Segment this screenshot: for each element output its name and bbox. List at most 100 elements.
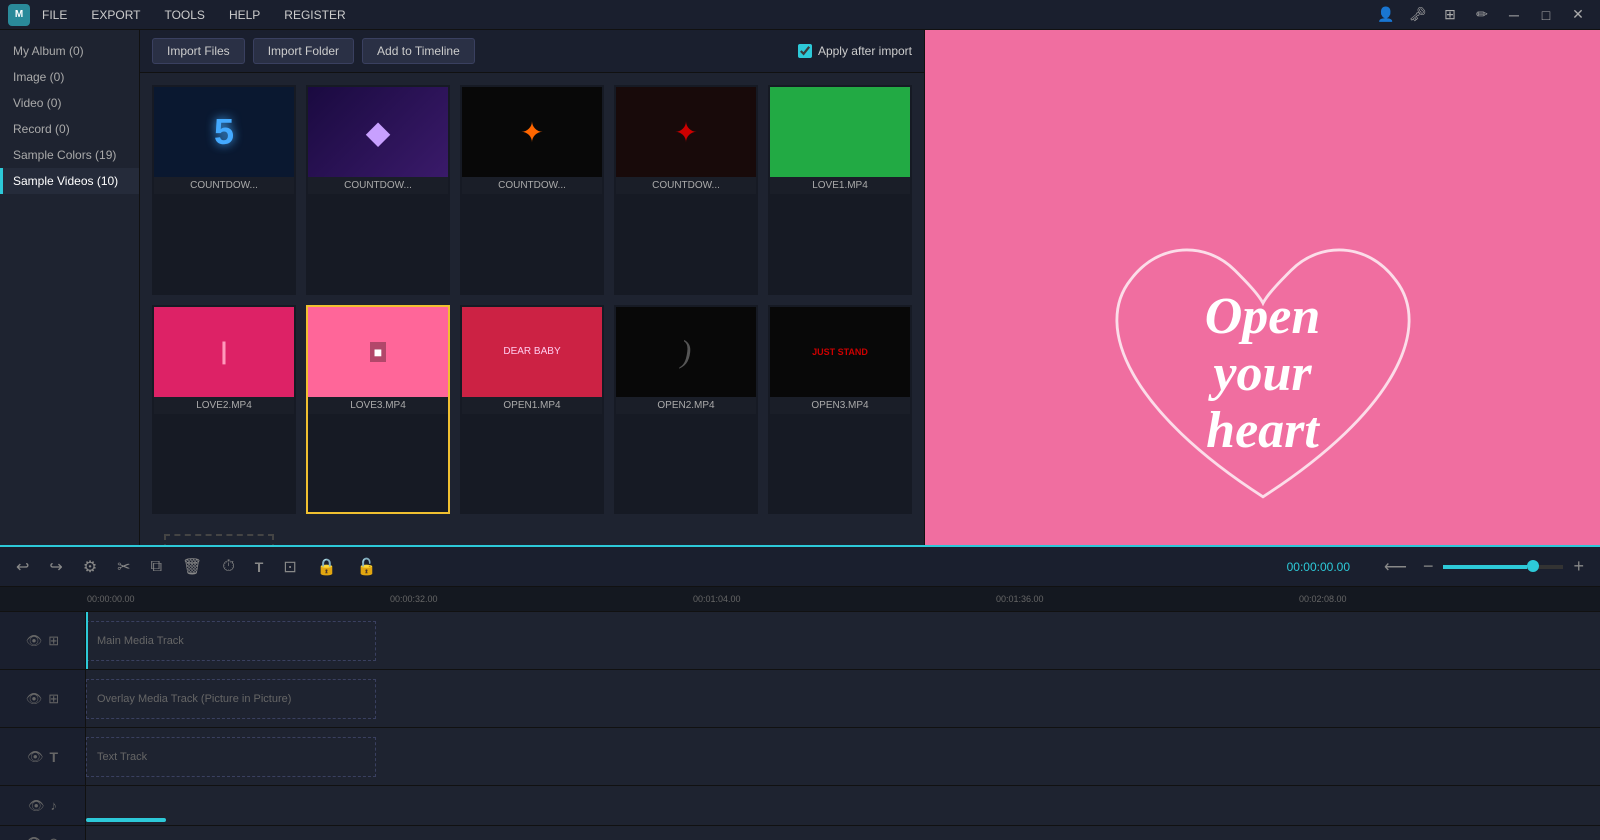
media-thumb-5 [770,87,910,177]
redo-button[interactable]: ↪ [43,553,68,581]
media-thumb-9: ) [616,307,756,397]
track-placeholder-text: Text Track [86,737,376,777]
media-item-5[interactable]: ▶ LOVE1.MP4 [768,85,912,295]
track-type-text[interactable]: T [49,749,58,765]
media-label-10: OPEN3.MP4 [770,397,910,414]
crop-button[interactable]: ⊡ [277,553,302,581]
track-area-audio[interactable] [85,786,1600,825]
undo-button[interactable]: ↩ [10,553,35,581]
menu-export[interactable]: EXPORT [87,6,144,24]
media-item-7[interactable]: ▶ ■ LOVE3.MP4 [306,305,450,515]
track-label-overlay: Overlay Media Track (Picture in Picture) [97,693,291,705]
menu-tools[interactable]: TOOLS [160,6,208,24]
track-type-main[interactable]: ⊞ [48,633,59,649]
media-thumb-10: JUST STAND [770,307,910,397]
media-label-2: COUNTDOW... [308,177,448,194]
track-type-fx[interactable]: ⊕ [48,835,59,840]
ruler-mark-2: 00:01:04.00 [691,594,994,604]
apply-after-import: Apply after import [798,44,912,58]
sidebar-item-record[interactable]: Record (0) [0,116,139,142]
track-area-overlay[interactable]: Overlay Media Track (Picture in Picture) [85,670,1600,727]
menu-help[interactable]: HELP [225,6,264,24]
layout-icon[interactable]: ⊞ [1436,3,1464,27]
track-row-text: 👁 T Text Track [0,728,1600,786]
settings-button[interactable]: ⚙ [77,553,103,581]
media-label-1: COUNTDOW... [154,177,294,194]
timeline-tracks: 👁 ⊞ Main Media Track 👁 ⊞ Overlay Media T… [0,612,1600,840]
track-area-main[interactable]: Main Media Track [85,612,1600,669]
media-item-9[interactable]: ▶ ) OPEN2.MP4 [614,305,758,515]
menu-register[interactable]: REGISTER [280,6,349,24]
track-controls-main: 👁 ⊞ [0,633,85,649]
sidebar-item-myalbum[interactable]: My Album (0) [0,38,139,64]
minimize-icon[interactable]: ─ [1500,3,1528,27]
media-label-5: LOVE1.MP4 [770,177,910,194]
key-icon[interactable]: 🗝 [1404,3,1432,27]
apply-after-checkbox[interactable] [798,44,812,58]
media-item-8[interactable]: ▶ DEAR BABY OPEN1.MP4 [460,305,604,515]
track-label-text: Text Track [97,751,147,763]
copy-button[interactable]: ⧉ [145,554,168,580]
media-toolbar: Import Files Import Folder Add to Timeli… [140,30,924,73]
track-row-main: 👁 ⊞ Main Media Track [0,612,1600,670]
playhead[interactable] [86,612,88,669]
close-icon[interactable]: ✕ [1564,3,1592,27]
track-visibility-audio[interactable]: 👁 [28,798,45,814]
zoom-plus-button[interactable]: + [1567,552,1590,581]
sidebar-item-samplecolors[interactable]: Sample Colors (19) [0,142,139,168]
profile-icon[interactable]: 👤 [1372,3,1400,27]
add-to-timeline-button[interactable]: Add to Timeline [362,38,475,64]
media-thumb-2: ◆ [308,87,448,177]
cut-button[interactable]: ✂ [111,553,136,581]
track-type-overlay[interactable]: ⊞ [48,691,59,707]
window-controls: 👤 🗝 ⊞ ✏ ─ □ ✕ [1372,3,1592,27]
media-thumb-8: DEAR BABY [462,307,602,397]
sidebar-item-samplevideos[interactable]: Sample Videos (10) [0,168,139,194]
track-controls-fx: 👁 ⊕ [0,835,85,840]
media-label-6: LOVE2.MP4 [154,397,294,414]
media-thumb-1: 5 [154,87,294,177]
sidebar-item-image[interactable]: Image (0) [0,64,139,90]
media-label-3: COUNTDOW... [462,177,602,194]
delete-button[interactable]: 🗑 [176,553,208,581]
sidebar-item-video[interactable]: Video (0) [0,90,139,116]
track-visibility-main[interactable]: 👁 [26,633,43,649]
unlock-button[interactable]: 🔓 [351,553,383,581]
media-item-1[interactable]: ▶ 5 COUNTDOW... [152,85,296,295]
import-files-button[interactable]: Import Files [152,38,245,64]
import-folder-button[interactable]: Import Folder [253,38,354,64]
media-item-4[interactable]: ▶ ✦ COUNTDOW... [614,85,758,295]
zoom-out-button[interactable]: ⟵ [1378,553,1413,581]
track-type-audio[interactable]: ♪ [51,798,58,813]
media-item-2[interactable]: ▶ ◆ COUNTDOW... [306,85,450,295]
edit-icon[interactable]: ✏ [1468,3,1496,27]
track-area-fx[interactable] [85,826,1600,840]
track-visibility-overlay[interactable]: 👁 [26,691,43,707]
track-visibility-fx[interactable]: 👁 [26,835,43,840]
track-visibility-text[interactable]: 👁 [27,749,44,765]
text-button[interactable]: T [249,555,270,579]
time-button[interactable]: ⏱ [216,554,240,580]
media-item-6[interactable]: ▶ | LOVE2.MP4 [152,305,296,515]
menu-file[interactable]: FILE [38,6,71,24]
track-placeholder-main: Main Media Track [86,621,376,661]
track-area-text[interactable]: Text Track [85,728,1600,785]
track-row-audio: 👁 ♪ [0,786,1600,826]
maximize-icon[interactable]: □ [1532,3,1560,27]
lock-button[interactable]: 🔒 [311,553,343,581]
media-label-4: COUNTDOW... [616,177,756,194]
menu-bar: FILE EXPORT TOOLS HELP REGISTER [38,6,1372,24]
track-controls-overlay: 👁 ⊞ [0,691,85,707]
media-item-10[interactable]: ▶ JUST STAND OPEN3.MP4 [768,305,912,515]
ruler-mark-4: 00:02:08.00 [1297,594,1600,604]
media-item-3[interactable]: ▶ ✦ COUNTDOW... [460,85,604,295]
preview-text: Openyourheart [1205,288,1321,460]
timeline-toolbar: ↩ ↪ ⚙ ✂ ⧉ 🗑 ⏱ T ⊡ 🔒 🔓 00:00:00.00 ⟵ − + [0,547,1600,587]
ruler-marks: 00:00:00.00 00:00:32.00 00:01:04.00 00:0… [85,594,1600,604]
track-controls-audio: 👁 ♪ [0,798,85,814]
media-label-8: OPEN1.MP4 [462,397,602,414]
zoom-minus-button[interactable]: − [1417,552,1440,581]
timeline-section: ↩ ↪ ⚙ ✂ ⧉ 🗑 ⏱ T ⊡ 🔒 🔓 00:00:00.00 ⟵ − + … [0,545,1600,840]
ruler-mark-3: 00:01:36.00 [994,594,1297,604]
zoom-slider[interactable] [1443,565,1563,569]
